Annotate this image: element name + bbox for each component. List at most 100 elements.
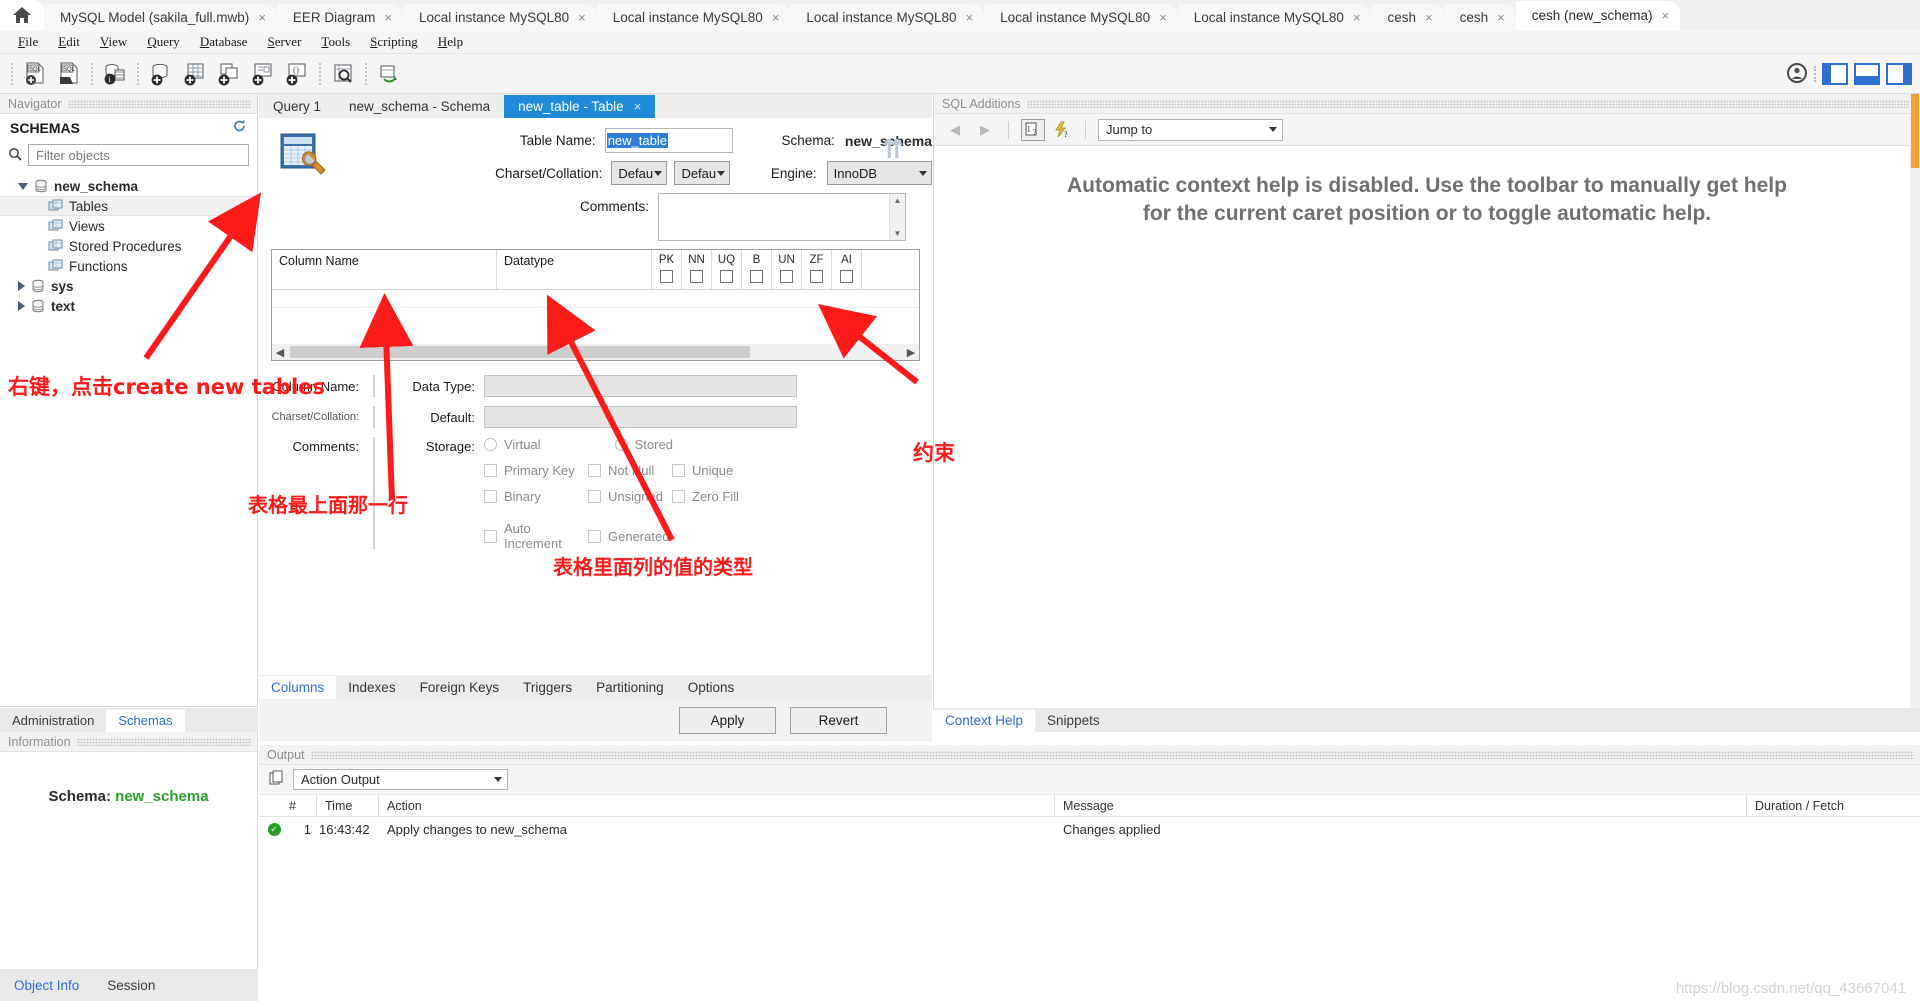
sidebar-left-toggle[interactable]: [1822, 63, 1848, 85]
checkbox-generated[interactable]: [588, 529, 601, 543]
home-button[interactable]: [0, 0, 44, 30]
create-view-icon[interactable]: [212, 57, 246, 91]
window-tab[interactable]: Local instance MySQL80 ×: [403, 4, 597, 30]
navigator-splitter[interactable]: [0, 706, 258, 707]
comments-scrollbar[interactable]: ▲ ▼: [889, 194, 905, 240]
prop-default-input[interactable]: [484, 406, 797, 428]
reconnect-server-icon[interactable]: [372, 57, 406, 91]
window-tab[interactable]: cesh ×: [1443, 4, 1516, 30]
chevron-down-icon[interactable]: [18, 182, 28, 190]
tab-indexes[interactable]: Indexes: [336, 676, 407, 699]
checkbox-auto-increment[interactable]: [484, 529, 497, 543]
tab-foreign-keys[interactable]: Foreign Keys: [408, 676, 512, 699]
grid-flag-checkbox[interactable]: [720, 270, 733, 283]
auto-help-icon[interactable]: ?: [1053, 121, 1073, 139]
window-tab[interactable]: Local instance MySQL80 ×: [1177, 4, 1372, 30]
tab-context-help[interactable]: Context Help: [933, 710, 1036, 732]
open-sql-script-icon[interactable]: SQL: [52, 57, 86, 91]
checkbox-not-null[interactable]: [588, 464, 601, 477]
jump-to-select[interactable]: Jump to: [1098, 118, 1283, 141]
sidebar-item-text[interactable]: text: [0, 296, 257, 316]
grid-flag-checkbox[interactable]: [750, 270, 763, 283]
refresh-icon[interactable]: [232, 119, 247, 137]
tab-columns[interactable]: Columns: [259, 676, 337, 699]
engine-select[interactable]: InnoDB: [826, 161, 933, 185]
grid-flag-checkbox[interactable]: [810, 270, 823, 283]
copy-icon[interactable]: [269, 770, 285, 789]
checkbox-binary[interactable]: [484, 490, 497, 503]
output-col-time[interactable]: Time: [317, 795, 379, 816]
window-tab[interactable]: Local instance MySQL80 ×: [790, 4, 985, 30]
grid-scroll-thumb[interactable]: [290, 346, 750, 358]
output-col-message[interactable]: Message: [1055, 795, 1747, 816]
grid-col-column-name[interactable]: Column Name: [272, 250, 497, 289]
close-icon[interactable]: ×: [578, 11, 586, 24]
tab-options[interactable]: Options: [676, 676, 747, 699]
sidebar-item-new-schema[interactable]: new_schema: [0, 176, 257, 196]
output-col-duration[interactable]: Duration / Fetch: [1747, 795, 1907, 816]
sidebar-item-stored-procedures[interactable]: Stored Procedures: [0, 236, 257, 256]
grid-flag-checkbox[interactable]: [780, 270, 793, 283]
window-tab[interactable]: Local instance MySQL80 ×: [984, 4, 1178, 30]
search-data-icon[interactable]: [326, 57, 360, 91]
grid-flag-ai[interactable]: AI: [832, 250, 862, 289]
close-icon[interactable]: ×: [1159, 11, 1167, 24]
grid-flag-uq[interactable]: UQ: [712, 250, 742, 289]
revert-button[interactable]: Revert: [790, 706, 887, 734]
server-status-icon[interactable]: i: [98, 57, 132, 91]
close-icon[interactable]: ×: [772, 11, 780, 24]
tab-snippets[interactable]: Snippets: [1035, 710, 1112, 732]
close-icon[interactable]: ×: [966, 11, 974, 24]
menu-view[interactable]: View: [90, 32, 137, 52]
scroll-right-icon[interactable]: ▶: [903, 346, 919, 359]
tab-partitioning[interactable]: Partitioning: [584, 676, 676, 699]
output-bottom-toggle[interactable]: [1854, 63, 1880, 85]
create-procedure-icon[interactable]: [246, 57, 280, 91]
output-col-num[interactable]: #: [281, 795, 317, 816]
grid-flag-zf[interactable]: ZF: [802, 250, 832, 289]
window-tab[interactable]: cesh ×: [1371, 4, 1444, 30]
sidebar-right-toggle[interactable]: [1886, 63, 1912, 85]
window-tab[interactable]: EER Diagram ×: [276, 4, 404, 30]
grid-flag-checkbox[interactable]: [690, 270, 703, 283]
create-function-icon[interactable]: (): [280, 57, 314, 91]
grid-horizontal-scrollbar[interactable]: ◀ ▶: [272, 344, 919, 360]
create-table-icon[interactable]: [178, 57, 212, 91]
charset-select[interactable]: Defau: [611, 161, 668, 185]
new-sql-tab-icon[interactable]: SQL: [18, 57, 52, 91]
close-icon[interactable]: ×: [634, 99, 642, 114]
checkbox-zero-fill[interactable]: [672, 490, 685, 503]
right-scrollbar[interactable]: [1910, 94, 1920, 714]
close-icon[interactable]: ×: [258, 11, 266, 24]
collation-select[interactable]: Defau: [674, 161, 731, 185]
output-col-action[interactable]: Action: [379, 795, 1055, 816]
tab-administration[interactable]: Administration: [0, 710, 106, 732]
menu-edit[interactable]: Edit: [48, 32, 90, 52]
tab-session[interactable]: Session: [93, 973, 169, 998]
checkbox-unique[interactable]: [672, 464, 685, 477]
grid-empty-row[interactable]: [272, 290, 919, 308]
menu-file[interactable]: FFileile: [8, 32, 48, 52]
grid-flag-b[interactable]: B: [742, 250, 772, 289]
close-icon[interactable]: ×: [1497, 11, 1505, 24]
output-type-select[interactable]: Action Output: [293, 769, 508, 790]
menu-database[interactable]: Database: [190, 32, 258, 52]
window-tab[interactable]: Local instance MySQL80 ×: [596, 4, 791, 30]
tab-triggers[interactable]: Triggers: [511, 676, 584, 699]
columns-grid[interactable]: Column Name Datatype PK NN UQ B UN ZF AI ◀ ▶: [271, 249, 920, 361]
create-schema-icon[interactable]: [144, 57, 178, 91]
grid-flag-pk[interactable]: PK: [652, 250, 682, 289]
checkbox-primary-key[interactable]: [484, 464, 497, 477]
right-scrollbar-thumb[interactable]: [1911, 94, 1919, 168]
chevron-up-double-icon[interactable]: ⇈: [882, 136, 904, 162]
sidebar-item-tables[interactable]: Tables: [0, 196, 257, 216]
sidebar-item-sys[interactable]: sys: [0, 276, 257, 296]
grid-flag-nn[interactable]: NN: [682, 250, 712, 289]
sidebar-item-functions[interactable]: Functions: [0, 256, 257, 276]
table-name-input[interactable]: new_table: [604, 128, 733, 153]
manual-help-icon[interactable]: I?: [1021, 118, 1045, 141]
window-tab[interactable]: MySQL Model (sakila_full.mwb) ×: [44, 4, 277, 30]
table-row[interactable]: ✓ 1 16:43:42 Apply changes to new_schema…: [259, 817, 1920, 841]
tab-schemas[interactable]: Schemas: [106, 710, 185, 732]
grid-col-datatype[interactable]: Datatype: [497, 250, 652, 289]
